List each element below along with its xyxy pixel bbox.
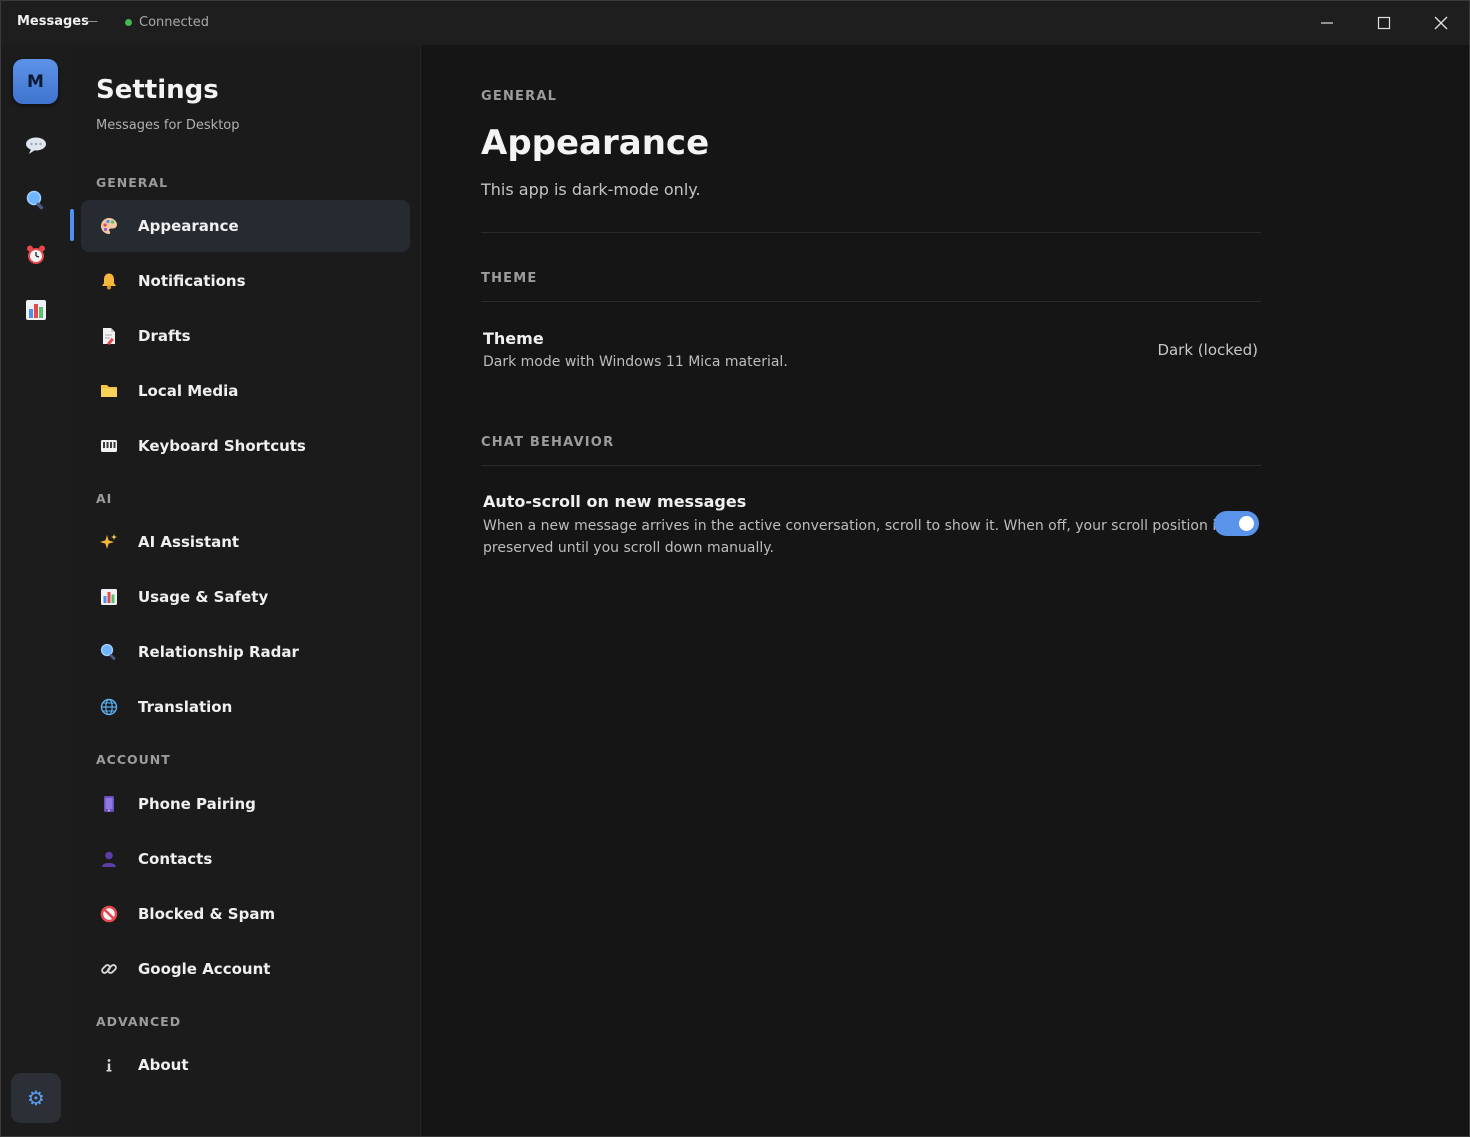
nav-item-label: Local Media: [138, 382, 239, 400]
theme-setting-title: Theme: [483, 329, 544, 348]
nav-item-drafts[interactable]: Drafts: [81, 310, 410, 362]
phone-icon: [99, 794, 119, 814]
speech-bubble-icon: [25, 137, 46, 154]
prohibited-icon: [99, 904, 119, 924]
app-title: Messages: [17, 14, 89, 29]
settings-title: Settings: [96, 75, 219, 105]
close-icon: [1434, 16, 1448, 30]
divider: [481, 301, 1261, 302]
app-window: Messages — Connected M ⚙ Settings Messag…: [0, 0, 1470, 1137]
nav-item-google-account[interactable]: Google Account: [81, 943, 410, 995]
theme-setting-value: Dark (locked): [1157, 341, 1258, 359]
divider: [481, 232, 1261, 233]
nav-section-account: ACCOUNT: [96, 752, 171, 767]
active-indicator: [70, 209, 74, 241]
nav-item-usage-safety[interactable]: Usage & Safety: [81, 571, 410, 623]
autoscroll-setting-description: When a new message arrives in the active…: [483, 518, 1224, 534]
nav-item-label: Drafts: [138, 327, 191, 345]
nav-item-label: Keyboard Shortcuts: [138, 437, 306, 455]
person-icon: [99, 849, 119, 869]
autoscroll-setting-description-cont: preserved until you scroll down manually…: [483, 540, 775, 556]
nav-item-contacts[interactable]: Contacts: [81, 833, 410, 885]
settings-sidebar: Settings Messages for Desktop GENERAL Ap…: [70, 45, 421, 1136]
close-button[interactable]: [1413, 1, 1469, 45]
nav-item-label: Google Account: [138, 960, 271, 978]
nav-item-label: Blocked & Spam: [138, 905, 276, 923]
page-description: This app is dark-mode only.: [481, 180, 701, 199]
section-theme: THEME: [481, 271, 538, 286]
gear-icon: ⚙: [27, 1086, 45, 1110]
rail-reminders-button[interactable]: [13, 235, 58, 275]
maximize-icon: [1377, 16, 1391, 30]
nav-item-notifications[interactable]: Notifications: [81, 255, 410, 307]
keyboard-icon: [99, 436, 119, 456]
bell-icon: [99, 271, 119, 291]
maximize-button[interactable]: [1356, 1, 1412, 45]
nav-item-label: Phone Pairing: [138, 795, 256, 813]
nav-item-ai-assistant[interactable]: AI Assistant: [81, 516, 410, 568]
autoscroll-toggle[interactable]: [1214, 511, 1259, 536]
nav-item-about[interactable]: About: [81, 1039, 410, 1091]
bar-chart-icon: [25, 300, 46, 320]
palette-icon: [99, 216, 119, 236]
rail-chats-button[interactable]: [13, 125, 58, 165]
nav-item-appearance[interactable]: Appearance: [81, 200, 410, 252]
rail-settings-button[interactable]: ⚙: [11, 1073, 61, 1123]
nav-section-advanced: ADVANCED: [96, 1014, 182, 1029]
link-icon: [99, 959, 119, 979]
page-title: Appearance: [481, 123, 710, 163]
nav-item-label: Relationship Radar: [138, 643, 299, 661]
nav-item-label: Notifications: [138, 272, 246, 290]
section-chat-behavior: CHAT BEHAVIOR: [481, 435, 615, 450]
nav-item-label: Appearance: [138, 217, 239, 235]
connection-status: Connected: [139, 15, 210, 30]
bar-chart-icon: [99, 587, 119, 607]
toggle-knob: [1239, 516, 1254, 531]
sparkles-icon: [99, 532, 119, 552]
title-bar: Messages — Connected: [1, 1, 1469, 45]
settings-subtitle: Messages for Desktop: [96, 118, 240, 133]
nav-item-translation[interactable]: Translation: [81, 681, 410, 733]
nav-item-relationship-radar[interactable]: Relationship Radar: [81, 626, 410, 678]
nav-item-label: Usage & Safety: [138, 588, 269, 606]
info-icon: [99, 1055, 119, 1075]
settings-content: GENERAL Appearance This app is dark-mode…: [421, 45, 1469, 1136]
globe-icon: [99, 697, 119, 717]
minimize-button[interactable]: [1299, 1, 1355, 45]
nav-item-label: AI Assistant: [138, 533, 240, 551]
nav-item-label: About: [138, 1056, 189, 1074]
folder-icon: [99, 381, 119, 401]
divider: [481, 465, 1261, 466]
document-pencil-icon: [99, 326, 119, 346]
nav-section-general: GENERAL: [96, 175, 169, 190]
magnifier-icon: [99, 642, 119, 662]
rail-search-button[interactable]: [13, 180, 58, 220]
nav-section-ai: AI: [96, 491, 113, 506]
theme-setting-description: Dark mode with Windows 11 Mica material.: [483, 354, 788, 370]
nav-item-label: Contacts: [138, 850, 213, 868]
breadcrumb: GENERAL: [481, 89, 558, 104]
nav-item-local-media[interactable]: Local Media: [81, 365, 410, 417]
magnifier-icon: [26, 190, 43, 210]
nav-item-phone-pairing[interactable]: Phone Pairing: [81, 778, 410, 830]
nav-item-blocked-spam[interactable]: Blocked & Spam: [81, 888, 410, 940]
rail-stats-button[interactable]: [13, 290, 58, 330]
icon-rail: M ⚙: [1, 45, 70, 1136]
minimize-icon: [1321, 22, 1333, 24]
alarm-clock-icon: [26, 245, 45, 264]
title-separator: —: [85, 14, 98, 29]
autoscroll-setting-title: Auto-scroll on new messages: [483, 492, 747, 511]
connection-status-dot: [125, 19, 132, 26]
nav-item-keyboard-shortcuts[interactable]: Keyboard Shortcuts: [81, 420, 410, 472]
avatar[interactable]: M: [13, 59, 58, 104]
nav-item-label: Translation: [138, 698, 233, 716]
